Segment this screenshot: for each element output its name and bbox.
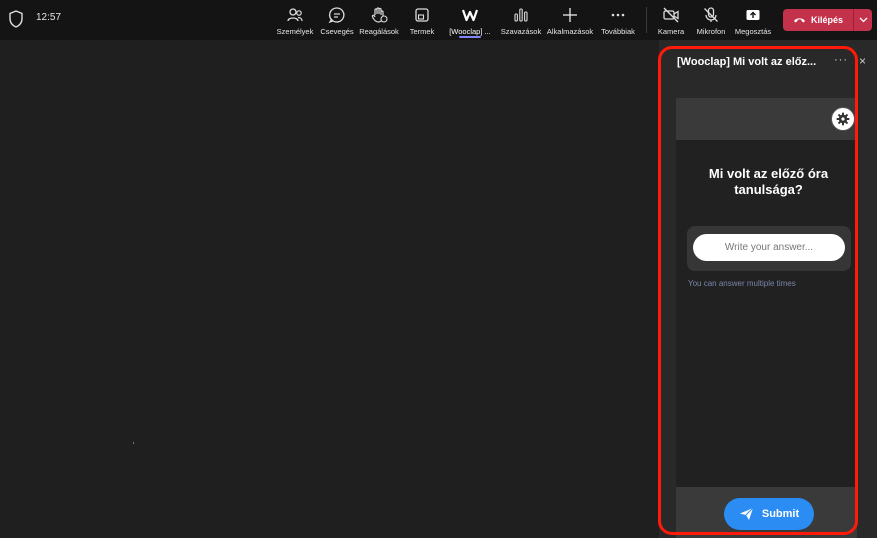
chat-button[interactable]: Csevegés [319, 4, 355, 38]
polls-button[interactable]: Szavazások [501, 4, 541, 38]
submit-button[interactable]: Submit [724, 498, 814, 530]
rooms-button[interactable]: Termek [407, 4, 437, 38]
leave-options-button[interactable] [853, 9, 872, 31]
meeting-toolbar: 12:57 Személyek Csevegés Reagálások Term… [0, 0, 877, 40]
polls-icon [514, 8, 528, 22]
share-label: Megosztás [734, 27, 772, 36]
panel-header: [Wooclap] Mi volt az előz... ··· × [659, 40, 877, 86]
wooclap-app: Mi volt az előző óra tanulsága? You can … [676, 98, 857, 538]
apps-button[interactable]: Alkalmazások [546, 4, 594, 38]
hang-up-icon [793, 18, 805, 23]
microphone-button[interactable]: Mikrofon [694, 4, 728, 38]
shield-icon [9, 10, 23, 28]
chat-icon [328, 7, 345, 24]
people-icon [287, 8, 303, 22]
rooms-icon [415, 8, 429, 22]
wooclap-tab[interactable]: [Wooclap] ... [448, 4, 492, 38]
meeting-stage [0, 40, 659, 538]
camera-label: Kamera [657, 27, 685, 36]
camera-off-icon [663, 7, 679, 23]
camera-button[interactable]: Kamera [656, 4, 686, 38]
share-icon [746, 10, 760, 20]
microphone-label: Mikrofon [696, 27, 726, 36]
chevron-down-icon [859, 17, 867, 23]
gear-icon [836, 112, 850, 126]
wooclap-label: [Wooclap] ... [449, 27, 491, 36]
people-label: Személyek [276, 27, 314, 36]
answer-container [687, 226, 851, 271]
raise-hand-icon [371, 7, 388, 23]
polls-label: Szavazások [500, 27, 542, 36]
panel-more-button[interactable]: ··· [834, 54, 848, 66]
meeting-timer: 12:57 [36, 12, 62, 23]
send-icon [739, 507, 754, 520]
mic-off-icon [704, 7, 718, 22]
wooclap-side-panel: [Wooclap] Mi volt az előz... ··· × Mi vo… [659, 40, 877, 538]
more-button[interactable]: Továbbiak [600, 4, 636, 38]
wooclap-icon [461, 9, 479, 22]
reactions-button[interactable]: Reagálások [359, 4, 399, 38]
reactions-label: Reagálások [359, 27, 399, 36]
app-bottom-bar: Submit [676, 487, 857, 538]
add-icon [563, 8, 577, 22]
toolbar-divider [646, 7, 647, 33]
answer-input[interactable] [693, 234, 845, 261]
leave-label: Kilépés [810, 15, 843, 25]
apps-label: Alkalmazások [546, 27, 594, 36]
question-text: Mi volt az előző óra tanulsága? [708, 166, 829, 197]
people-button[interactable]: Személyek [277, 4, 313, 38]
chat-label: Csevegés [320, 27, 354, 36]
settings-button[interactable] [831, 107, 855, 131]
panel-title: [Wooclap] Mi volt az előz... [677, 56, 817, 68]
panel-close-button[interactable]: × [859, 54, 866, 68]
leave-button[interactable]: Kilépés [783, 9, 853, 31]
app-top-bar [676, 98, 857, 140]
rooms-label: Termek [409, 27, 435, 36]
stage-artifact [133, 442, 134, 444]
answer-hint: You can answer multiple times [688, 279, 796, 288]
share-button[interactable]: Megosztás [733, 4, 773, 38]
more-label: Továbbiak [601, 27, 635, 36]
submit-label: Submit [761, 508, 800, 520]
more-icon [611, 13, 625, 17]
